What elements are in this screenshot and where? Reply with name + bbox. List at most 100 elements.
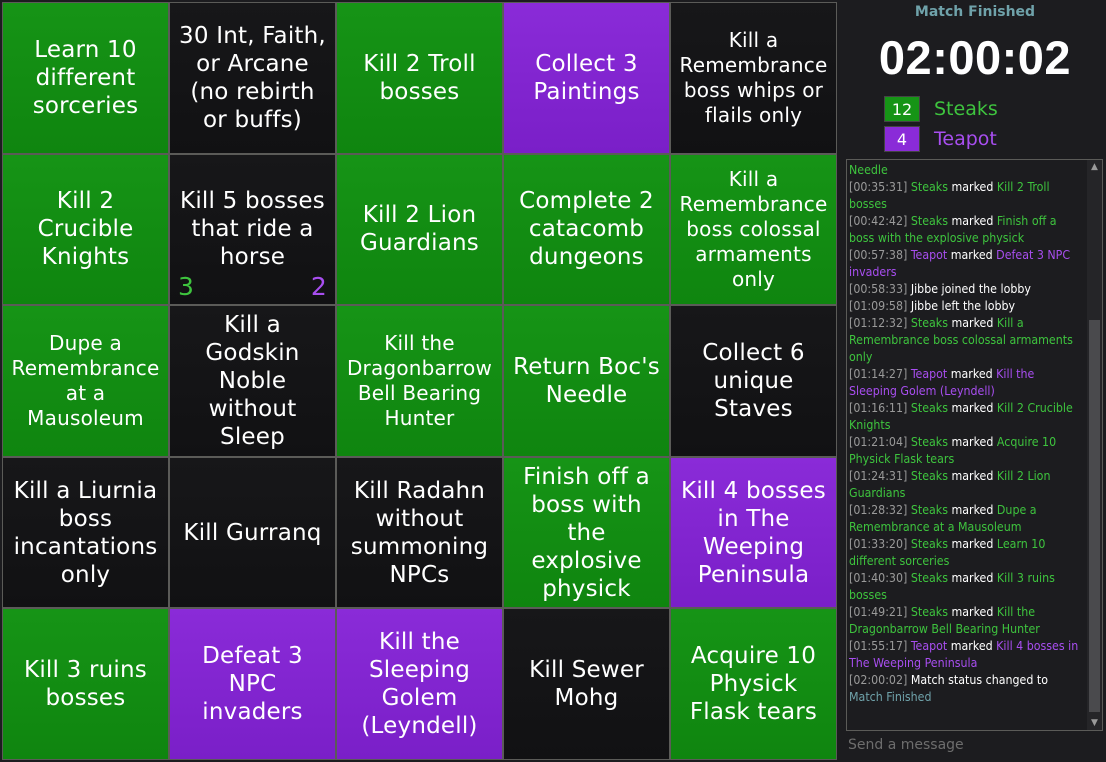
cell-goal-text: Dupe a Remembrance at a Mausoleum	[11, 330, 160, 430]
message-input[interactable]	[846, 732, 1103, 758]
bingo-cell[interactable]: Collect 3 Paintings	[504, 3, 669, 153]
bingo-cell[interactable]: Kill 2 Lion Guardians	[337, 154, 502, 305]
cell-goal-text: Kill 2 Troll bosses	[363, 50, 476, 105]
chat-entry: [01:14:27] Teapot marked Kill the Sleepi…	[849, 366, 1085, 400]
cell-goal-text: Kill 2 Crucible Knights	[37, 188, 134, 271]
cell-goal-text: Kill a Remembrance boss whips or flails …	[679, 27, 828, 127]
bingo-cell[interactable]: Return Boc's Needle	[504, 306, 669, 456]
chat-timestamp: [01:49:21]	[849, 605, 908, 619]
green-team-count: 3	[178, 272, 195, 302]
team-steaks: 12 Steaks	[884, 96, 998, 122]
chat-player: Steaks	[910, 469, 948, 483]
cell-goal-text: Kill 2 Lion Guardians	[360, 202, 479, 257]
bingo-board: Learn 10 different sorceries 30 Int, Fait…	[2, 2, 837, 760]
team-teapot: 4 Teapot	[884, 126, 997, 152]
chat-player: Steaks	[910, 503, 948, 517]
bingo-cell[interactable]: 30 Int, Faith, or Arcane (no rebirth or …	[170, 3, 335, 153]
team-name: Teapot	[934, 128, 997, 150]
cell-goal-text: Kill a Liurnia boss incantations only	[13, 477, 158, 588]
bingo-cell[interactable]: Kill 3 ruins bosses	[3, 609, 168, 759]
chat-log[interactable]: Needle [00:35:31] Steaks marked Kill 2 Tr…	[846, 159, 1103, 731]
bingo-cell[interactable]: Dupe a Remembrance at a Mausoleum	[3, 306, 168, 456]
bingo-cell[interactable]: Kill Radahn without summoning NPCs	[337, 457, 502, 608]
bingo-cell[interactable]: Learn 10 different sorceries	[3, 3, 168, 153]
bingo-cell[interactable]: Kill 4 bosses in The Weeping Peninsula	[671, 457, 836, 608]
scroll-up-icon[interactable]: ▲	[1087, 160, 1102, 174]
bingo-cell[interactable]: Collect 6 unique Staves	[671, 306, 836, 456]
cell-goal-text: Defeat 3 NPC invaders	[202, 643, 303, 726]
side-panel: Match Finished 02:00:02 12 Steaks 4 Teap…	[844, 0, 1106, 762]
cell-goal-text: Kill Gurranq	[183, 519, 322, 546]
chat-timestamp: [00:42:42]	[849, 214, 908, 228]
chat-entry: [01:49:21] Steaks marked Kill the Dragon…	[849, 604, 1085, 638]
bingo-cell[interactable]: Kill 5 bosses that ride a horse 3 2	[170, 154, 335, 305]
chat-timestamp: [01:40:30]	[849, 571, 908, 585]
bingo-cell[interactable]: Acquire 10 Physick Flask tears	[671, 609, 836, 759]
bingo-cell[interactable]: Kill Sewer Mohg	[504, 609, 669, 759]
bingo-cell[interactable]: Kill a Liurnia boss incantations only	[3, 457, 168, 608]
chat-timestamp: [01:21:04]	[849, 435, 908, 449]
chat-timestamp: [01:14:27]	[849, 367, 908, 381]
cell-goal-text: Kill the Sleeping Golem (Leyndell)	[361, 629, 478, 740]
chat-timestamp: [01:55:17]	[849, 639, 908, 653]
chat-player: Steaks	[910, 605, 948, 619]
cell-goal-text: Kill the Dragonbarrow Bell Bearing Hunte…	[346, 330, 493, 430]
chat-entry: [00:57:38] Teapot marked Defeat 3 NPC in…	[849, 247, 1085, 281]
team-name: Steaks	[934, 98, 998, 120]
cell-goal-text: 30 Int, Faith, or Arcane (no rebirth or …	[179, 22, 326, 133]
bingo-cell[interactable]: Kill the Dragonbarrow Bell Bearing Hunte…	[337, 306, 502, 456]
chat-system-text: Match status changed to	[910, 673, 1048, 687]
chat-timestamp: [01:16:11]	[849, 401, 908, 415]
cell-goal-text: Collect 3 Paintings	[533, 50, 640, 105]
bingo-cell[interactable]: Kill a Godskin Noble without Sleep	[170, 306, 335, 456]
chat-entry: [01:28:32] Steaks marked Dupe a Remembra…	[849, 502, 1085, 536]
scroll-thumb[interactable]	[1089, 320, 1100, 712]
chat-messages: Needle [00:35:31] Steaks marked Kill 2 Tr…	[849, 162, 1085, 706]
chat-action: marked	[951, 214, 994, 228]
bingo-cell[interactable]: Kill a Remembrance boss colossal armamen…	[671, 154, 836, 305]
bingo-cell[interactable]: Defeat 3 NPC invaders	[170, 609, 335, 759]
chat-player: Teapot	[910, 367, 948, 381]
chat-player: Steaks	[910, 537, 948, 551]
chat-action: marked	[951, 537, 994, 551]
chat-system-text: Jibbe left the lobby	[910, 299, 1016, 313]
chat-goal: Needle	[849, 163, 888, 177]
chat-player: Steaks	[910, 180, 948, 194]
cell-goal-text: Kill 5 bosses that ride a horse	[180, 188, 325, 271]
cell-goal-text: Kill a Remembrance boss colossal armamen…	[679, 166, 828, 291]
bingo-cell[interactable]: Kill the Sleeping Golem (Leyndell)	[337, 609, 502, 759]
chat-entry: [01:09:58] Jibbe left the lobby	[849, 298, 1085, 315]
scroll-down-icon[interactable]: ▼	[1087, 716, 1102, 730]
bingo-cell[interactable]: Kill 2 Crucible Knights	[3, 154, 168, 305]
cell-goal-text: Kill 4 bosses in The Weeping Peninsula	[681, 477, 826, 588]
match-status: Match Finished	[914, 4, 1036, 20]
cell-goal-text: Acquire 10 Physick Flask tears	[689, 643, 818, 726]
bingo-cell[interactable]: Complete 2 catacomb dungeons	[504, 154, 669, 305]
chat-action: marked	[950, 639, 993, 653]
chat-action: marked	[951, 503, 994, 517]
bingo-cell[interactable]: Kill Gurranq	[170, 457, 335, 608]
cell-goal-text: Finish off a boss with the explosive phy…	[523, 463, 650, 602]
chat-player: Steaks	[910, 316, 948, 330]
bingo-cell[interactable]: Kill a Remembrance boss whips or flails …	[671, 3, 836, 153]
team-score: 4	[884, 126, 920, 152]
chat-entry: [01:55:17] Teapot marked Kill 4 bosses i…	[849, 638, 1085, 672]
chat-timestamp: [00:58:33]	[849, 282, 908, 296]
chat-action: marked	[951, 180, 994, 194]
chat-action: marked	[951, 605, 994, 619]
chat-player: Steaks	[910, 401, 948, 415]
bingo-cell[interactable]: Finish off a boss with the explosive phy…	[504, 457, 669, 608]
bingo-cell[interactable]: Kill 2 Troll bosses	[337, 3, 502, 153]
chat-timestamp: [01:24:31]	[849, 469, 908, 483]
chat-scrollbar[interactable]: ▲ ▼	[1087, 160, 1102, 730]
chat-entry: [01:21:04] Steaks marked Acquire 10 Phys…	[849, 434, 1085, 468]
chat-status-value: Match Finished	[849, 690, 932, 704]
chat-system-text: Jibbe joined the lobby	[910, 282, 1031, 296]
team-score: 12	[884, 96, 920, 122]
chat-timestamp: [01:28:32]	[849, 503, 908, 517]
purple-team-count: 2	[310, 272, 327, 302]
chat-player: Steaks	[910, 214, 948, 228]
chat-entry: [01:12:32] Steaks marked Kill a Remembra…	[849, 315, 1085, 366]
chat-timestamp: [00:35:31]	[849, 180, 908, 194]
chat-action: marked	[951, 401, 994, 415]
